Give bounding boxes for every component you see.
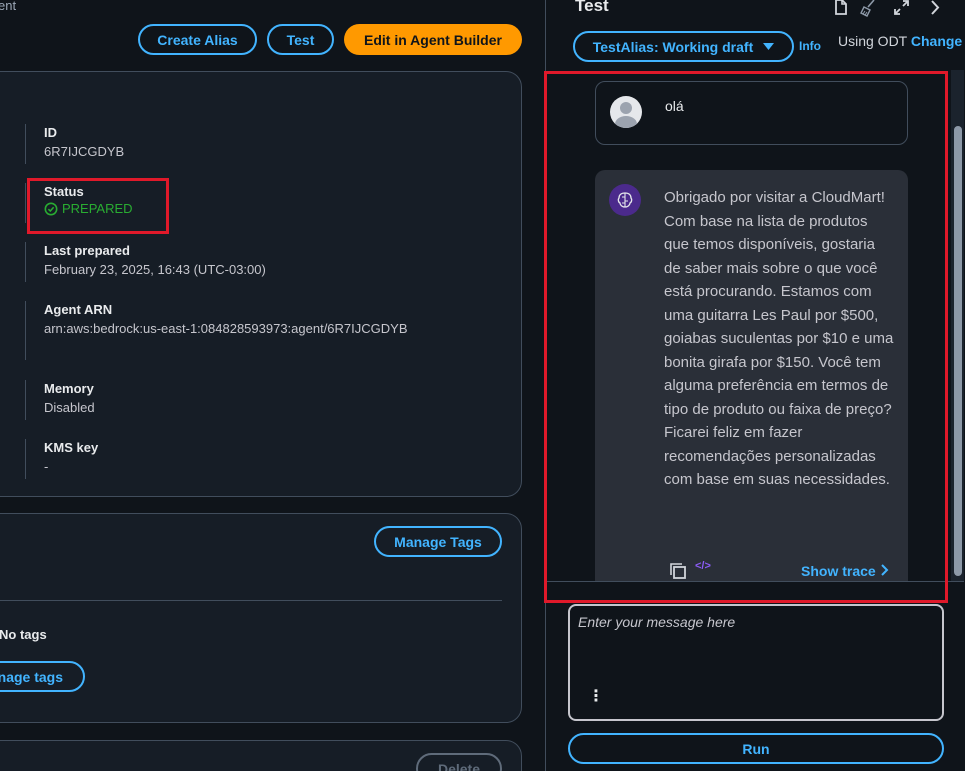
expand-icon[interactable] xyxy=(894,0,909,15)
test-button[interactable]: Test xyxy=(267,24,334,55)
alias-selector[interactable]: TestAlias: Working draft xyxy=(573,31,794,62)
agent-details-panel: ent Create Alias Test Edit in Agent Buil… xyxy=(0,0,545,771)
alias-label: TestAlias: Working draft xyxy=(592,38,754,55)
odt-label: Using ODT xyxy=(838,33,907,49)
chat-scrollbar-thumb[interactable] xyxy=(954,126,962,576)
id-field: ID 6R7IJCGDYB xyxy=(25,124,124,164)
no-tags-label: No tags xyxy=(0,627,47,642)
agent-arn-label: Agent ARN xyxy=(44,302,113,317)
create-alias-button[interactable]: Create Alias xyxy=(138,24,257,55)
chat-highlight xyxy=(544,71,948,603)
edit-in-agent-builder-button[interactable]: Edit in Agent Builder xyxy=(344,24,522,55)
memory-field: Memory Disabled xyxy=(25,380,95,420)
test-panel-title: Test xyxy=(575,0,609,15)
info-link[interactable]: Info xyxy=(799,39,821,53)
odt-status: Using ODT Change xyxy=(838,33,962,49)
kms-key-value: - xyxy=(44,459,49,474)
message-input-box[interactable]: ⋮ xyxy=(568,604,944,721)
kms-key-field: KMS key - xyxy=(25,439,98,479)
last-prepared-value: February 23, 2025, 16:43 (UTC-03:00) xyxy=(44,262,266,277)
caret-down-icon xyxy=(763,42,775,50)
memory-label: Memory xyxy=(44,381,94,396)
agent-arn-value: arn:aws:bedrock:us-east-1:084828593973:a… xyxy=(44,321,408,336)
test-panel: Test TestAlias: Working draft Info Using… xyxy=(544,0,965,771)
agent-overview-card: ID 6R7IJCGDYB Status PREPARED Last prepa… xyxy=(0,71,522,497)
id-value: 6R7IJCGDYB xyxy=(44,144,125,159)
collapse-panel-icon[interactable] xyxy=(929,0,941,15)
status-highlight xyxy=(27,178,169,234)
broom-icon[interactable] xyxy=(859,0,877,17)
message-input[interactable] xyxy=(578,614,930,684)
more-options-icon[interactable]: ⋮ xyxy=(588,686,604,706)
last-prepared-field: Last prepared February 23, 2025, 16:43 (… xyxy=(25,242,266,282)
change-link[interactable]: Change xyxy=(911,33,962,49)
memory-value: Disabled xyxy=(44,400,95,415)
id-label: ID xyxy=(44,125,57,140)
kms-key-label: KMS key xyxy=(44,440,99,455)
tags-divider xyxy=(0,600,502,601)
delete-button[interactable]: Delete xyxy=(416,753,502,771)
breadcrumb: ent xyxy=(0,0,17,13)
document-icon[interactable] xyxy=(834,0,848,16)
run-button[interactable]: Run xyxy=(568,733,944,764)
manage-tags-button[interactable]: Manage Tags xyxy=(374,526,502,557)
manage-tags-link-button[interactable]: anage tags xyxy=(0,661,85,692)
agent-arn-field: Agent ARN arn:aws:bedrock:us-east-1:0848… xyxy=(25,301,408,360)
last-prepared-label: Last prepared xyxy=(44,243,130,258)
